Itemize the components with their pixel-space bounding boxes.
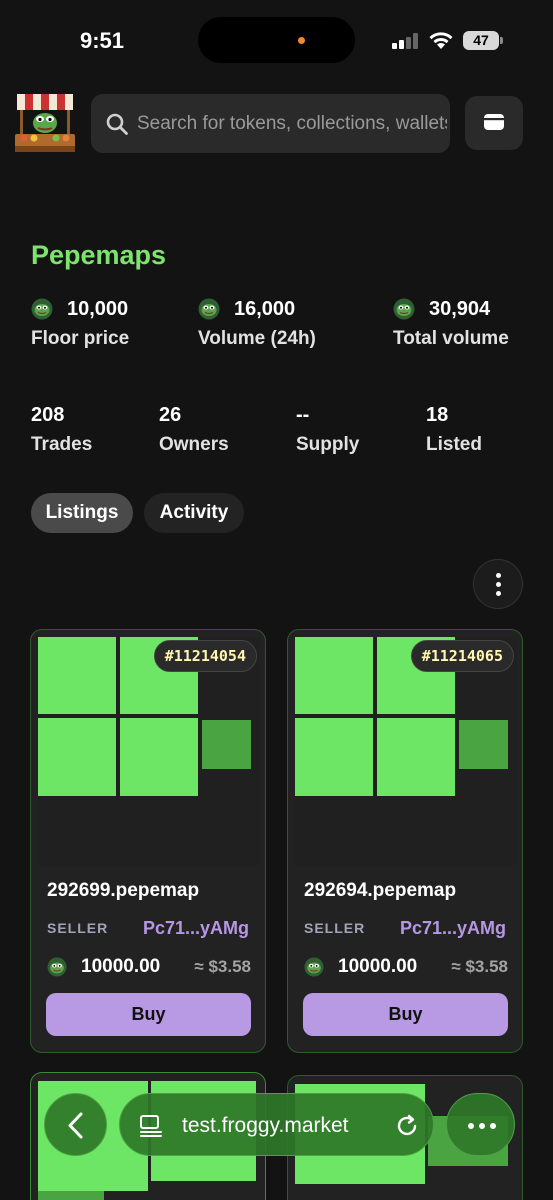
- status-time: 9:51: [80, 28, 125, 53]
- pepe-coin-icon: [304, 957, 324, 977]
- listing-price-usd: ≈ $3.58: [194, 957, 251, 976]
- status-bar: 9:51 47: [0, 0, 553, 80]
- stat-label: Floor price: [31, 328, 130, 349]
- listing-price: 10000.00: [81, 956, 161, 977]
- stat-label: Trades: [31, 434, 93, 455]
- search-input[interactable]: [137, 94, 447, 153]
- cellular-signal-icon: [392, 33, 420, 49]
- wallet-button[interactable]: [465, 96, 523, 150]
- buy-button[interactable]: Buy: [46, 993, 251, 1036]
- seller-label: SELLER: [304, 920, 366, 936]
- more-menu-button[interactable]: [446, 1093, 515, 1156]
- stat-label: Owners: [159, 434, 229, 455]
- stat-floor-price: 10,000 Floor price: [31, 296, 129, 350]
- listing-price: 10000.00: [338, 956, 418, 977]
- stat-total-volume: 30,904 Total volume: [393, 296, 509, 350]
- inscription-badge: #11214054: [153, 640, 257, 672]
- inscription-badge: #11214065: [410, 640, 514, 672]
- stat-label: Listed: [426, 434, 482, 455]
- pepe-coin-icon: [31, 298, 53, 320]
- froggy-market-logo[interactable]: [14, 92, 76, 154]
- wallet-icon: [484, 114, 504, 130]
- stat-trades: 208 Trades: [31, 402, 92, 456]
- listing-card[interactable]: #11214065 292694.pepemap SELLER Pc71...y…: [287, 629, 523, 1053]
- stat-owners: 26 Owners: [159, 402, 229, 456]
- tab-listings[interactable]: Listings: [31, 493, 133, 533]
- pepe-coin-icon: [393, 298, 415, 320]
- stat-value: 208: [31, 403, 65, 426]
- privacy-indicator-dot: [298, 37, 305, 44]
- stat-label: Volume (24h): [198, 328, 316, 349]
- collection-title: Pepemaps: [31, 240, 167, 270]
- page-menu-icon[interactable]: [138, 1113, 164, 1139]
- listing-name: 292694.pepemap: [304, 880, 457, 901]
- tab-activity[interactable]: Activity: [144, 493, 244, 533]
- stat-value: 30,904: [429, 297, 491, 320]
- stat-volume-24h: 16,000 Volume (24h): [198, 296, 316, 350]
- battery-indicator: 47: [463, 31, 503, 50]
- stat-value: 10,000: [67, 297, 129, 320]
- search-bar[interactable]: [91, 94, 450, 153]
- seller-address-link[interactable]: Pc71...yAMg: [400, 918, 506, 939]
- listing-name: 292699.pepemap: [47, 880, 200, 901]
- more-options-button[interactable]: [473, 559, 523, 609]
- back-button[interactable]: [44, 1093, 107, 1156]
- seller-label: SELLER: [47, 920, 109, 936]
- stat-value: --: [296, 403, 310, 426]
- stat-value: 18: [426, 403, 449, 426]
- url-text: test.froggy.market: [182, 1114, 349, 1137]
- stat-value: 16,000: [234, 297, 296, 320]
- stat-label: Supply: [296, 434, 360, 455]
- price-row: 10000.00 ≈ $3.58: [47, 956, 251, 978]
- pepe-coin-icon: [47, 957, 67, 977]
- buy-button[interactable]: Buy: [303, 993, 508, 1036]
- price-row: 10000.00 ≈ $3.58: [304, 956, 508, 978]
- stat-value: 26: [159, 403, 182, 426]
- listing-card[interactable]: #11214054 292699.pepemap SELLER Pc71...y…: [30, 629, 266, 1053]
- stat-listed: 18 Listed: [426, 402, 482, 456]
- dynamic-island: [198, 17, 355, 63]
- listing-price-usd: ≈ $3.58: [451, 957, 508, 976]
- wifi-icon: [429, 32, 453, 49]
- pepe-coin-icon: [198, 298, 220, 320]
- stat-label: Total volume: [393, 328, 509, 349]
- search-icon: [106, 113, 128, 135]
- address-bar[interactable]: test.froggy.market: [119, 1093, 434, 1156]
- seller-address-link[interactable]: Pc71...yAMg: [143, 918, 249, 939]
- chevron-left-icon: [68, 1112, 83, 1139]
- reload-icon[interactable]: [394, 1113, 420, 1139]
- stat-supply: -- Supply: [296, 402, 359, 456]
